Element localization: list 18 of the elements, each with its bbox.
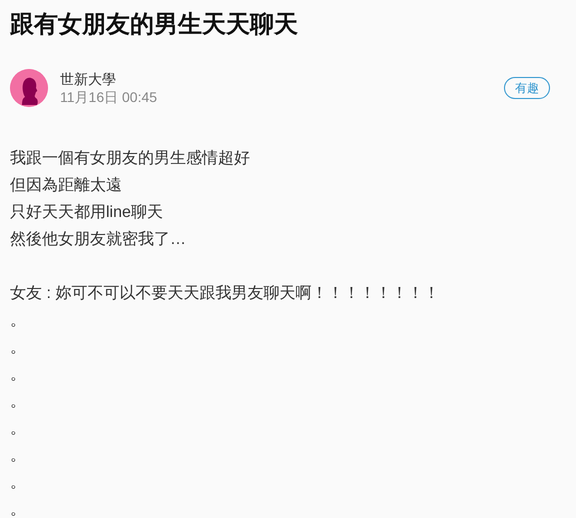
body-text: 但因為距離太遠 — [10, 176, 123, 196]
body-text: 我跟一個有女朋友的男生感情超好 — [10, 148, 251, 169]
post-time: 11月16日 00:45 — [60, 88, 158, 106]
body-text: 然後他女朋友就密我了… — [10, 230, 187, 250]
body-text: 。 — [10, 473, 27, 493]
body-text: 。 — [10, 446, 27, 466]
avatar-icon — [10, 69, 48, 107]
body-text: 只好天天都用line聊天 — [10, 202, 164, 223]
body-text: 。 — [10, 311, 27, 331]
body-text: 。 — [10, 338, 27, 358]
school-name: 世新大學 — [60, 70, 117, 88]
body-text: 。 — [10, 392, 27, 412]
post-title: 跟有女朋友的男生天天聊天 — [9, 10, 299, 40]
body-text: 女友 : 妳可不可以不要天天跟我男友聊天啊！！！！！！！！ — [10, 284, 440, 304]
tag-button[interactable]: 有趣 — [504, 77, 550, 99]
body-text: 。 — [10, 419, 27, 439]
body-text: 。 — [10, 500, 27, 518]
body-text: 。 — [10, 365, 27, 385]
